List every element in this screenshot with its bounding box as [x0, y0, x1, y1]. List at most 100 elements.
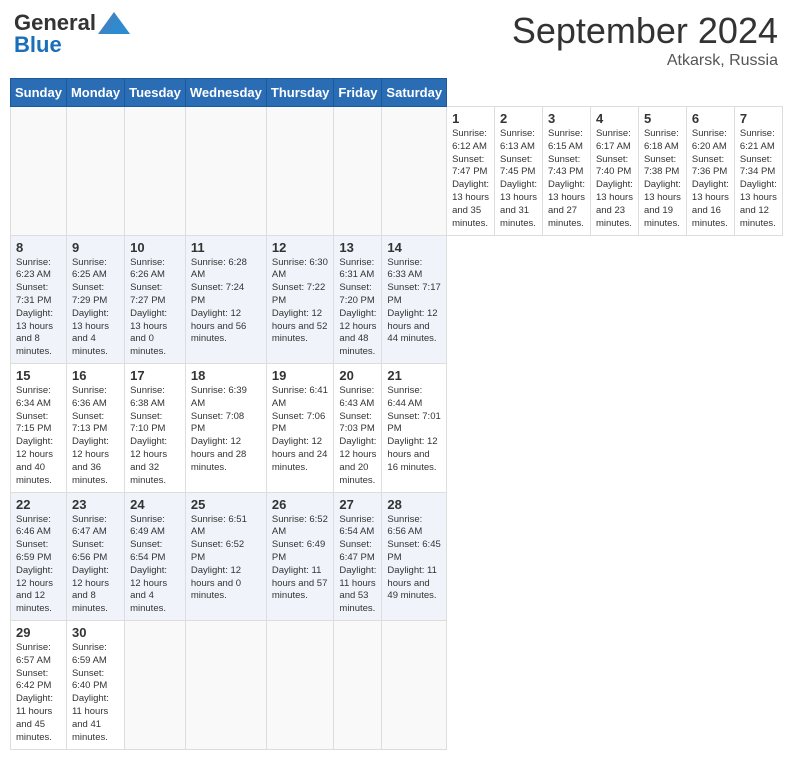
day-number: 12 — [272, 240, 329, 255]
day-info: Sunrise: 6:34 AMSunset: 7:15 PMDaylight:… — [16, 385, 61, 488]
calendar-header-row: SundayMondayTuesdayWednesdayThursdayFrid… — [11, 79, 783, 107]
calendar-day-cell: 13 Sunrise: 6:31 AMSunset: 7:20 PMDayligh… — [334, 235, 382, 364]
calendar-day-cell: 28Sunrise: 6:56 AMSunset: 6:45 PMDayligh… — [382, 492, 447, 621]
day-info: Sunrise: 6:31 AMSunset: 7:20 PMDaylight:… — [339, 257, 376, 360]
day-number: 25 — [191, 497, 261, 512]
calendar-day-cell — [334, 107, 382, 236]
calendar-day-cell — [334, 621, 382, 750]
day-info: Sunrise: 6:21 AMSunset: 7:34 PMDaylight:… — [740, 128, 777, 231]
day-of-week-header: Monday — [66, 79, 124, 107]
calendar-day-cell — [125, 621, 186, 750]
day-number: 17 — [130, 368, 180, 383]
day-info: Sunrise: 6:51 AMSunset: 6:52 PMDaylight:… — [191, 514, 261, 604]
calendar-day-cell: 8Sunrise: 6:23 AMSunset: 7:31 PMDaylight… — [11, 235, 67, 364]
logo: General Blue — [14, 10, 130, 58]
day-number: 10 — [130, 240, 180, 255]
calendar-day-cell: 29Sunrise: 6:57 AMSunset: 6:42 PMDayligh… — [11, 621, 67, 750]
calendar-day-cell: 27 Sunrise: 6:54 AMSunset: 6:47 PMDayligh… — [334, 492, 382, 621]
day-number: 14 — [387, 240, 441, 255]
day-number: 21 — [387, 368, 441, 383]
calendar-day-cell: 9 Sunrise: 6:25 AMSunset: 7:29 PMDaylight… — [66, 235, 124, 364]
day-number: 15 — [16, 368, 61, 383]
calendar-day-cell — [266, 621, 334, 750]
day-info: Sunrise: 6:56 AMSunset: 6:45 PMDaylight:… — [387, 514, 441, 604]
day-number: 7 — [740, 111, 777, 126]
day-number: 13 — [339, 240, 376, 255]
calendar-day-cell: 5Sunrise: 6:18 AMSunset: 7:38 PMDaylight… — [638, 107, 686, 236]
calendar-day-cell: 24Sunrise: 6:49 AMSunset: 6:54 PMDayligh… — [125, 492, 186, 621]
calendar-day-cell: 21 Sunrise: 6:44 AMSunset: 7:01 PMDayligh… — [382, 364, 447, 493]
day-of-week-header: Wednesday — [185, 79, 266, 107]
location-text: Atkarsk, Russia — [512, 52, 778, 70]
calendar-day-cell: 20Sunrise: 6:43 AMSunset: 7:03 PMDayligh… — [334, 364, 382, 493]
calendar-day-cell — [125, 107, 186, 236]
calendar-day-cell: 15 Sunrise: 6:34 AMSunset: 7:15 PMDayligh… — [11, 364, 67, 493]
day-info: Sunrise: 6:54 AMSunset: 6:47 PMDaylight:… — [339, 514, 376, 617]
day-info: Sunrise: 6:20 AMSunset: 7:36 PMDaylight:… — [692, 128, 729, 231]
logo-blue-text: Blue — [14, 32, 62, 58]
day-info: Sunrise: 6:41 AMSunset: 7:06 PMDaylight:… — [272, 385, 329, 475]
day-number: 26 — [272, 497, 329, 512]
calendar-day-cell: 14 Sunrise: 6:33 AMSunset: 7:17 PMDayligh… — [382, 235, 447, 364]
day-number: 22 — [16, 497, 61, 512]
calendar-day-cell: 11Sunrise: 6:28 AMSunset: 7:24 PMDayligh… — [185, 235, 266, 364]
day-number: 27 — [339, 497, 376, 512]
calendar-day-cell: 19 Sunrise: 6:41 AMSunset: 7:06 PMDayligh… — [266, 364, 334, 493]
month-year-title: September 2024 — [512, 10, 778, 52]
day-info: Sunrise: 6:38 AMSunset: 7:10 PMDaylight:… — [130, 385, 180, 488]
calendar-day-cell: 26 Sunrise: 6:52 AMSunset: 6:49 PMDayligh… — [266, 492, 334, 621]
day-number: 2 — [500, 111, 537, 126]
calendar-day-cell: 17 Sunrise: 6:38 AMSunset: 7:10 PMDayligh… — [125, 364, 186, 493]
day-info: Sunrise: 6:15 AMSunset: 7:43 PMDaylight:… — [548, 128, 585, 231]
day-info: Sunrise: 6:39 AMSunset: 7:08 PMDaylight:… — [191, 385, 261, 475]
day-info: Sunrise: 6:44 AMSunset: 7:01 PMDaylight:… — [387, 385, 441, 475]
calendar-day-cell: 18Sunrise: 6:39 AMSunset: 7:08 PMDayligh… — [185, 364, 266, 493]
day-number: 23 — [72, 497, 119, 512]
day-of-week-header: Tuesday — [125, 79, 186, 107]
day-info: Sunrise: 6:33 AMSunset: 7:17 PMDaylight:… — [387, 257, 441, 347]
calendar-day-cell — [66, 107, 124, 236]
day-info: Sunrise: 6:36 AMSunset: 7:13 PMDaylight:… — [72, 385, 119, 488]
logo-icon — [98, 12, 130, 34]
calendar-week-row: 8Sunrise: 6:23 AMSunset: 7:31 PMDaylight… — [11, 235, 783, 364]
day-number: 4 — [596, 111, 633, 126]
calendar-week-row: 29Sunrise: 6:57 AMSunset: 6:42 PMDayligh… — [11, 621, 783, 750]
day-info: Sunrise: 6:28 AMSunset: 7:24 PMDaylight:… — [191, 257, 261, 347]
calendar-day-cell: 4 Sunrise: 6:17 AMSunset: 7:40 PMDaylight… — [590, 107, 638, 236]
calendar-day-cell: 12Sunrise: 6:30 AMSunset: 7:22 PMDayligh… — [266, 235, 334, 364]
calendar-day-cell — [185, 621, 266, 750]
calendar-day-cell: 10 Sunrise: 6:26 AMSunset: 7:27 PMDayligh… — [125, 235, 186, 364]
day-info: Sunrise: 6:25 AMSunset: 7:29 PMDaylight:… — [72, 257, 119, 360]
day-number: 3 — [548, 111, 585, 126]
calendar-day-cell — [185, 107, 266, 236]
page-header: General Blue September 2024 Atkarsk, Rus… — [10, 10, 782, 70]
calendar-week-row: 1Sunrise: 6:12 AMSunset: 7:47 PMDaylight… — [11, 107, 783, 236]
day-of-week-header: Thursday — [266, 79, 334, 107]
calendar-table: SundayMondayTuesdayWednesdayThursdayFrid… — [10, 78, 783, 750]
day-info: Sunrise: 6:47 AMSunset: 6:56 PMDaylight:… — [72, 514, 119, 617]
calendar-day-cell: 6Sunrise: 6:20 AMSunset: 7:36 PMDaylight… — [686, 107, 734, 236]
day-info: Sunrise: 6:52 AMSunset: 6:49 PMDaylight:… — [272, 514, 329, 604]
calendar-week-row: 22 Sunrise: 6:46 AMSunset: 6:59 PMDayligh… — [11, 492, 783, 621]
day-number: 9 — [72, 240, 119, 255]
calendar-day-cell: 16 Sunrise: 6:36 AMSunset: 7:13 PMDayligh… — [66, 364, 124, 493]
day-of-week-header: Friday — [334, 79, 382, 107]
calendar-day-cell: 23 Sunrise: 6:47 AMSunset: 6:56 PMDayligh… — [66, 492, 124, 621]
day-info: Sunrise: 6:59 AMSunset: 6:40 PMDaylight:… — [72, 642, 119, 745]
calendar-day-cell: 3 Sunrise: 6:15 AMSunset: 7:43 PMDaylight… — [543, 107, 591, 236]
day-info: Sunrise: 6:26 AMSunset: 7:27 PMDaylight:… — [130, 257, 180, 360]
day-info: Sunrise: 6:17 AMSunset: 7:40 PMDaylight:… — [596, 128, 633, 231]
calendar-day-cell: 2Sunrise: 6:13 AMSunset: 7:45 PMDaylight… — [495, 107, 543, 236]
day-info: Sunrise: 6:43 AMSunset: 7:03 PMDaylight:… — [339, 385, 376, 488]
day-number: 16 — [72, 368, 119, 383]
calendar-day-cell: 1Sunrise: 6:12 AMSunset: 7:47 PMDaylight… — [447, 107, 495, 236]
calendar-day-cell — [266, 107, 334, 236]
calendar-day-cell — [382, 107, 447, 236]
day-info: Sunrise: 6:46 AMSunset: 6:59 PMDaylight:… — [16, 514, 61, 617]
day-number: 29 — [16, 625, 61, 640]
day-info: Sunrise: 6:12 AMSunset: 7:47 PMDaylight:… — [452, 128, 489, 231]
calendar-day-cell: 22 Sunrise: 6:46 AMSunset: 6:59 PMDayligh… — [11, 492, 67, 621]
day-number: 19 — [272, 368, 329, 383]
calendar-day-cell: 7 Sunrise: 6:21 AMSunset: 7:34 PMDaylight… — [734, 107, 782, 236]
day-info: Sunrise: 6:49 AMSunset: 6:54 PMDaylight:… — [130, 514, 180, 617]
